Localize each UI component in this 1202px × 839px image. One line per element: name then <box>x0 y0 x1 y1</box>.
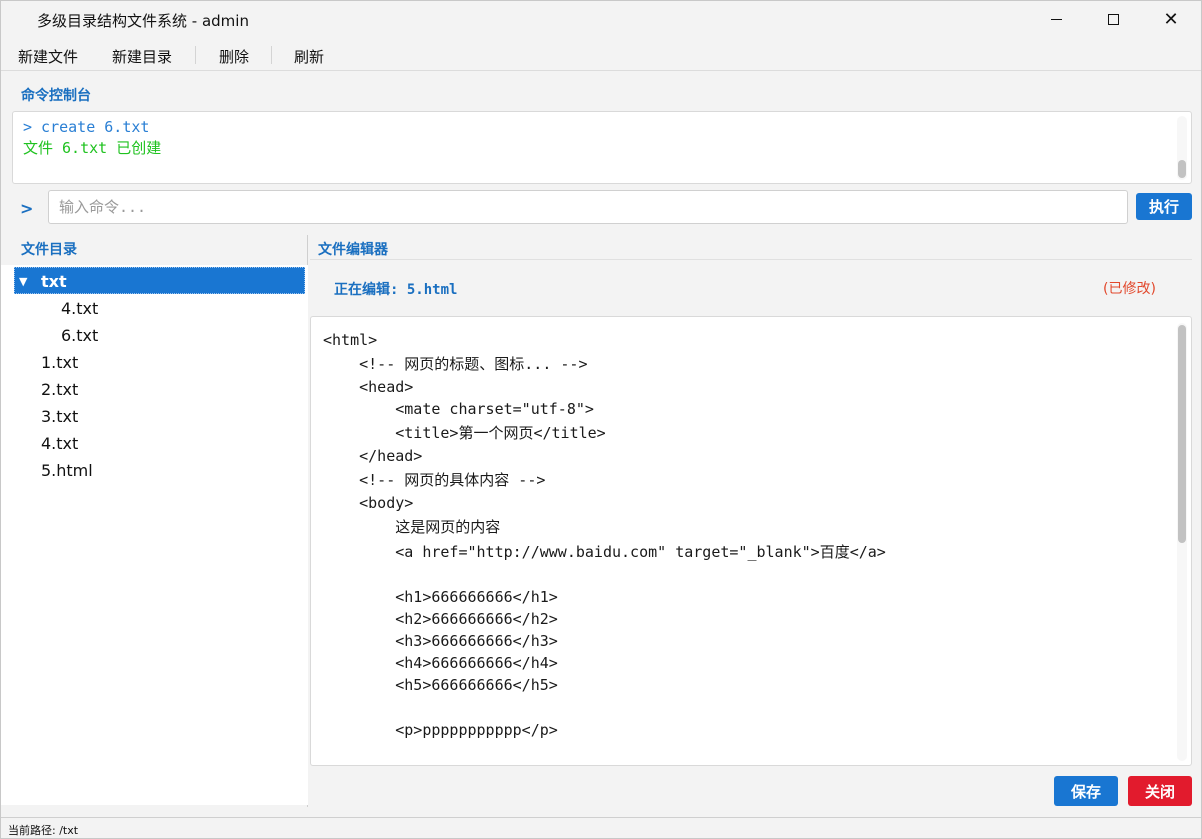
tree-item-file[interactable]: 4.txt <box>14 295 305 322</box>
minimize-button[interactable] <box>1027 1 1085 38</box>
prompt-chevron-icon: > <box>20 199 34 218</box>
execute-button[interactable]: 执行 <box>1136 193 1192 220</box>
editor-scrollbar[interactable] <box>1177 323 1187 761</box>
code-line: <h5>666666666</h5> <box>323 676 558 694</box>
console-scrollbar-thumb[interactable] <box>1178 160 1186 178</box>
file-tree-panel: 文件目录 ▼ txt 4.txt 6.txt 1.txt 2.txt 3.txt <box>1 235 308 807</box>
console-label: 命令控制台 <box>21 88 91 104</box>
code-editor[interactable]: <html> <!-- 网页的标题、图标... --> <head> <mate… <box>310 316 1192 766</box>
tree-item-file[interactable]: 4.txt <box>14 430 305 457</box>
console-output[interactable]: > create 6.txt 文件 6.txt 已创建 <box>12 111 1192 184</box>
menu-new-directory[interactable]: 新建目录 <box>112 46 172 67</box>
minimize-icon <box>1050 19 1062 20</box>
menu-delete[interactable]: 删除 <box>219 46 249 67</box>
maximize-button[interactable] <box>1084 1 1142 38</box>
current-path-status: 当前路径: /txt <box>8 824 79 837</box>
menu-bar: 新建文件 新建目录 删除 刷新 <box>1 38 1201 71</box>
code-line: </head> <box>323 447 423 465</box>
code-line: <title>第一个网页</title> <box>323 424 606 442</box>
code-line: <!-- 网页的具体内容 --> <box>323 471 546 489</box>
tree-item-folder-txt[interactable]: ▼ txt <box>14 267 305 294</box>
file-tree: ▼ txt 4.txt 6.txt 1.txt 2.txt 3.txt 4.tx… <box>1 265 308 805</box>
tree-item-label: 4.txt <box>61 299 99 318</box>
code-line: <h2>666666666</h2> <box>323 610 558 628</box>
tree-item-file[interactable]: 3.txt <box>14 403 305 430</box>
expand-caret-icon[interactable]: ▼ <box>19 275 27 288</box>
tree-label: 文件目录 <box>21 242 77 258</box>
divider <box>310 259 1192 260</box>
tree-item-file[interactable]: 1.txt <box>14 349 305 376</box>
code-line: <h1>666666666</h1> <box>323 588 558 606</box>
code-line: <h3>666666666</h3> <box>323 632 558 650</box>
console-line: 文件 6.txt 已创建 <box>23 139 162 157</box>
window-title: 多级目录结构文件系统 - admin <box>37 12 249 30</box>
tree-item-label: 4.txt <box>41 434 79 453</box>
editor-scrollbar-thumb[interactable] <box>1178 325 1186 543</box>
app-window: 多级目录结构文件系统 - admin ✕ 新建文件 新建目录 删除 刷新 命令控… <box>0 0 1202 839</box>
save-button[interactable]: 保存 <box>1054 776 1118 806</box>
tree-item-file[interactable]: 2.txt <box>14 376 305 403</box>
close-window-button[interactable]: ✕ <box>1142 1 1200 38</box>
code-line: <html> <box>323 331 378 349</box>
tree-item-file[interactable]: 6.txt <box>14 322 305 349</box>
tree-item-label: 3.txt <box>41 407 79 426</box>
code-line: <body> <box>323 494 414 512</box>
code-line: <a href="http://www.baidu.com" target="_… <box>323 543 886 561</box>
code-line: <p>ppppppppppp</p> <box>323 721 558 739</box>
code-line: <head> <box>323 378 414 396</box>
maximize-icon <box>1107 14 1119 25</box>
tree-item-label: txt <box>41 272 67 291</box>
code-line: <h4>666666666</h4> <box>323 654 558 672</box>
close-editor-button[interactable]: 关闭 <box>1128 776 1192 806</box>
tree-item-label: 2.txt <box>41 380 79 399</box>
tree-item-label: 1.txt <box>41 353 79 372</box>
close-icon: ✕ <box>1163 8 1179 30</box>
code-line: <mate charset="utf-8"> <box>323 400 594 418</box>
menu-refresh[interactable]: 刷新 <box>294 46 324 67</box>
code-line: 这是网页的内容 <box>323 518 501 536</box>
console-scrollbar[interactable] <box>1177 116 1187 180</box>
menu-separator <box>195 46 196 64</box>
menu-separator <box>271 46 272 64</box>
editor-label: 文件编辑器 <box>318 242 388 258</box>
tree-item-file[interactable]: 5.html <box>14 457 305 484</box>
status-bar: 当前路径: /txt <box>1 817 1201 838</box>
modified-indicator: (已修改) <box>1103 281 1156 297</box>
command-input[interactable] <box>48 190 1128 224</box>
title-bar[interactable]: 多级目录结构文件系统 - admin ✕ <box>1 1 1201 38</box>
menu-new-file[interactable]: 新建文件 <box>18 46 78 67</box>
tree-item-label: 6.txt <box>61 326 99 345</box>
console-line: > create 6.txt <box>23 118 150 136</box>
tree-item-label: 5.html <box>41 461 93 480</box>
code-line: <!-- 网页的标题、图标... --> <box>323 355 588 373</box>
editing-file-label: 正在编辑: 5.html <box>334 282 458 298</box>
